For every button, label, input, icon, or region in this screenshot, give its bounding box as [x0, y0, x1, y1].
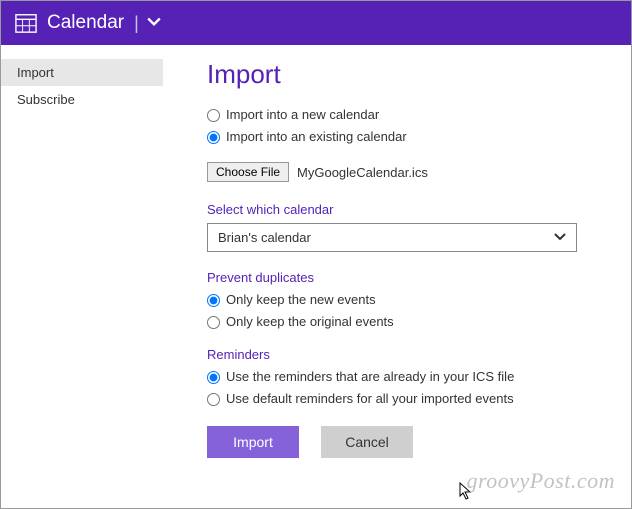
calendar-icon [15, 12, 37, 34]
sidebar-item-label: Subscribe [17, 92, 75, 107]
sidebar-item-import[interactable]: Import [1, 59, 163, 86]
radio-label: Import into an existing calendar [226, 128, 407, 146]
mouse-cursor-icon [459, 482, 475, 502]
radio-import-new[interactable]: Import into a new calendar [207, 106, 605, 124]
chevron-down-icon [554, 232, 566, 244]
radio-rem-ics-input[interactable] [207, 371, 220, 384]
main-panel: Import Import into a new calendar Import… [163, 45, 631, 508]
radio-dup-new[interactable]: Only keep the new events [207, 291, 605, 309]
chevron-down-icon[interactable] [147, 16, 161, 30]
import-button[interactable]: Import [207, 426, 299, 458]
radio-label: Import into a new calendar [226, 106, 379, 124]
chosen-file-name: MyGoogleCalendar.ics [297, 165, 428, 180]
header-divider: | [134, 13, 139, 34]
dropdown-value: Brian's calendar [218, 230, 311, 245]
file-row: Choose File MyGoogleCalendar.ics [207, 162, 605, 182]
radio-rem-default[interactable]: Use default reminders for all your impor… [207, 390, 605, 408]
duplicates-group: Only keep the new events Only keep the o… [207, 291, 605, 331]
reminders-title: Reminders [207, 347, 605, 362]
radio-label: Use the reminders that are already in yo… [226, 368, 514, 386]
choose-file-button[interactable]: Choose File [207, 162, 289, 182]
radio-label: Only keep the new events [226, 291, 376, 309]
button-row: Import Cancel [207, 426, 605, 458]
sidebar-item-subscribe[interactable]: Subscribe [1, 86, 163, 113]
radio-import-existing-input[interactable] [207, 131, 220, 144]
reminders-group: Use the reminders that are already in yo… [207, 368, 605, 408]
select-calendar-title: Select which calendar [207, 202, 605, 217]
radio-label: Use default reminders for all your impor… [226, 390, 514, 408]
radio-dup-orig[interactable]: Only keep the original events [207, 313, 605, 331]
calendar-dropdown[interactable]: Brian's calendar [207, 223, 577, 252]
app-header: Calendar | [1, 1, 631, 45]
content-body: Import Subscribe Import Import into a ne… [1, 45, 631, 508]
sidebar-item-label: Import [17, 65, 54, 80]
radio-label: Only keep the original events [226, 313, 394, 331]
cancel-button[interactable]: Cancel [321, 426, 413, 458]
app-title: Calendar [47, 12, 124, 34]
radio-dup-new-input[interactable] [207, 294, 220, 307]
watermark: groovyPost.com [466, 468, 615, 494]
radio-dup-orig-input[interactable] [207, 316, 220, 329]
radio-rem-default-input[interactable] [207, 393, 220, 406]
radio-import-existing[interactable]: Import into an existing calendar [207, 128, 605, 146]
radio-rem-ics[interactable]: Use the reminders that are already in yo… [207, 368, 605, 386]
duplicates-title: Prevent duplicates [207, 270, 605, 285]
sidebar: Import Subscribe [1, 45, 163, 508]
import-mode-group: Import into a new calendar Import into a… [207, 106, 605, 146]
radio-import-new-input[interactable] [207, 109, 220, 122]
page-title: Import [207, 59, 605, 90]
